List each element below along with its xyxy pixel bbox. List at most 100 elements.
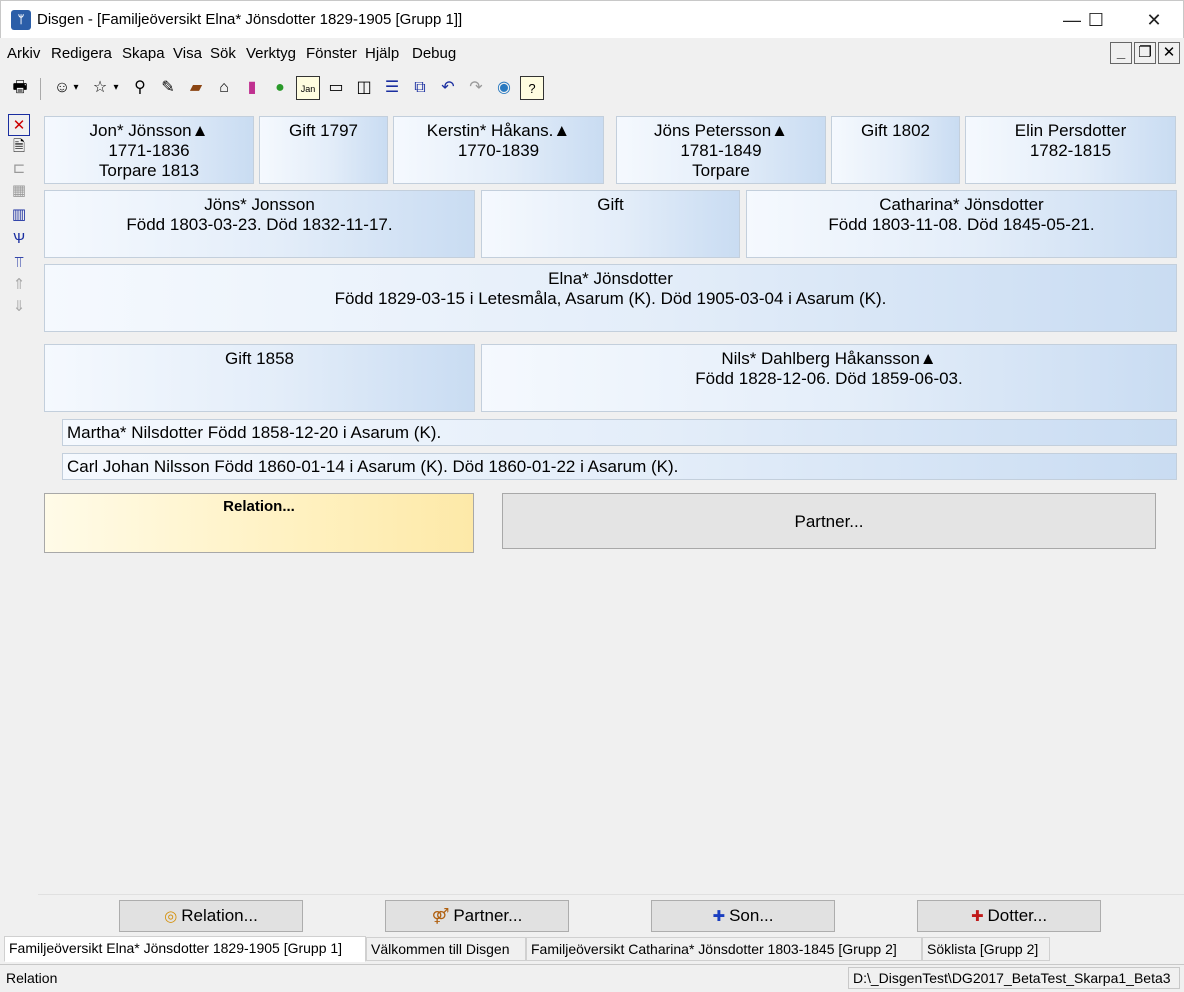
status-bar: Relation D:\_DisgenTest\DG2017_BetaTest_…: [0, 964, 1184, 992]
marriage-cell-paternal[interactable]: Gift 1797: [259, 116, 388, 184]
window-cascade-icon[interactable]: ⧉: [408, 76, 432, 100]
person-years: 1782-1815: [1029, 141, 1112, 160]
father-cell[interactable]: Jöns* Jonsson Född 1803-03-23. Död 1832-…: [44, 190, 475, 258]
person-dates: Född 1803-03-23. Död 1832-11-17.: [126, 215, 393, 234]
add-son-icon: ✚: [712, 908, 726, 925]
mdi-restore-button[interactable]: ❐: [1134, 42, 1156, 64]
maximize-button[interactable]: ☐: [1073, 1, 1119, 39]
status-path: D:\_DisgenTest\DG2017_BetaTest_Skarpa1_B…: [848, 967, 1180, 989]
person-name: Catharina* Jönsdotter: [879, 195, 1044, 214]
relation-placeholder[interactable]: Relation...: [44, 493, 474, 553]
partner-button-label: Partner...: [453, 906, 523, 925]
tab-familjeoversikt-elna[interactable]: Familjeöversikt Elna* Jönsdotter 1829-19…: [4, 936, 366, 962]
couple-icon: ⚤: [431, 908, 450, 925]
person-years: 1771-1836: [108, 141, 190, 160]
chevron-down-icon[interactable]: ▾: [70, 76, 82, 100]
tab-familjeoversikt-catharina[interactable]: Familjeöversikt Catharina* Jönsdotter 18…: [526, 937, 922, 961]
marriage-label: Gift 1802: [861, 121, 930, 140]
grandmother-paternal-cell[interactable]: Kerstin* Håkans.▲ 1770-1839: [393, 116, 604, 184]
person-name: Elin Persdotter: [1014, 121, 1127, 140]
window-split-icon[interactable]: ◫: [352, 76, 376, 100]
person-name: Jon* Jönsson▲: [89, 121, 209, 140]
app-icon[interactable]: ᛘ: [11, 10, 31, 30]
child-row[interactable]: Martha* Nilsdotter Född 1858-12-20 i Asa…: [62, 419, 1177, 446]
person-name: Kerstin* Håkans.▲: [426, 121, 571, 140]
person-dates: Född 1803-11-08. Död 1845-05-21.: [828, 215, 1095, 234]
marriage-cell-maternal[interactable]: Gift 1802: [831, 116, 960, 184]
window-title: Disgen - [Familjeöversikt Elna* Jönsdott…: [37, 11, 463, 28]
spouse-cell[interactable]: Nils* Dahlberg Håkansson▲ Född 1828-12-0…: [481, 344, 1177, 412]
menu-debug[interactable]: Debug: [412, 45, 456, 62]
calendar-icon[interactable]: Jan: [296, 76, 320, 100]
rings-icon: ◎: [164, 908, 178, 925]
relation-button[interactable]: ◎ Relation...: [119, 900, 303, 932]
grandmother-maternal-cell[interactable]: Elin Persdotter 1782-1815: [965, 116, 1176, 184]
window-single-icon[interactable]: ▭: [324, 76, 348, 100]
note-edit-icon[interactable]: ✎: [156, 76, 180, 100]
delete-icon[interactable]: ✕: [8, 114, 30, 136]
close-button[interactable]: ✕: [1131, 1, 1177, 39]
home-icon[interactable]: ⌂: [212, 76, 236, 100]
book-icon[interactable]: ▰: [184, 76, 208, 100]
partner-placeholder[interactable]: Partner...: [502, 493, 1156, 549]
person-star-icon[interactable]: ☆: [88, 76, 112, 100]
person-name: Jöns* Jonsson: [204, 195, 315, 214]
mdi-minimize-button[interactable]: _: [1110, 42, 1132, 64]
marriage-label: Gift 1797: [289, 121, 358, 140]
undo-icon[interactable]: ↶: [436, 76, 460, 100]
menu-arkiv[interactable]: Arkiv: [7, 45, 40, 62]
status-text: Relation: [6, 970, 58, 986]
print-icon[interactable]: 🖶: [8, 76, 32, 100]
son-button-label: Son...: [729, 906, 774, 925]
tree-icon[interactable]: ⊏: [8, 158, 30, 180]
down-icon[interactable]: ⇓: [8, 296, 30, 318]
grandfather-paternal-cell[interactable]: Jon* Jönsson▲ 1771-1836 Torpare 1813: [44, 116, 254, 184]
grandfather-maternal-cell[interactable]: Jöns Petersson▲ 1781-1849 Torpare: [616, 116, 826, 184]
person-name: Elna* Jönsdotter: [548, 269, 673, 288]
pedigree-icon[interactable]: Ѱ: [8, 228, 30, 250]
person-years: 1781-1849: [680, 141, 762, 160]
map-icon[interactable]: ●: [268, 76, 292, 100]
redo-icon[interactable]: ↷: [464, 76, 488, 100]
grid-icon[interactable]: ▦: [8, 180, 30, 202]
person-occupation: Torpare 1813: [98, 161, 200, 180]
mdi-close-button[interactable]: ✕: [1158, 42, 1180, 64]
books-icon[interactable]: ▮: [240, 76, 264, 100]
partner-button[interactable]: ⚤ Partner...: [385, 900, 569, 932]
window-stack-icon[interactable]: ☰: [380, 76, 404, 100]
columns-icon[interactable]: ▥: [8, 204, 30, 226]
mother-cell[interactable]: Catharina* Jönsdotter Född 1803-11-08. D…: [746, 190, 1177, 258]
son-button[interactable]: ✚ Son...: [651, 900, 835, 932]
menu-fonster[interactable]: Fönster: [306, 45, 357, 62]
child-row[interactable]: Carl Johan Nilsson Född 1860-01-14 i Asa…: [62, 453, 1177, 480]
marriage-cell[interactable]: Gift 1858: [44, 344, 475, 412]
menu-bar: Arkiv Redigera Skapa Visa Sök Verktyg Fö…: [0, 38, 1184, 70]
daughter-button[interactable]: ✚ Dotter...: [917, 900, 1101, 932]
person-dates: Född 1829-03-15 i Letesmåla, Asarum (K).…: [334, 289, 887, 308]
tab-valkommen[interactable]: Välkommen till Disgen: [366, 937, 526, 961]
relation-button-label: Relation...: [181, 906, 258, 925]
person-years: 1770-1839: [457, 141, 540, 160]
chevron-down-icon[interactable]: ▾: [110, 76, 122, 100]
tab-soklista[interactable]: Söklista [Grupp 2]: [922, 937, 1050, 961]
parents-marriage-cell[interactable]: Gift: [481, 190, 740, 258]
marriage-label: Gift: [597, 195, 624, 214]
menu-sok[interactable]: Sök: [210, 45, 236, 62]
menu-skapa[interactable]: Skapa: [122, 45, 165, 62]
menu-verktyg[interactable]: Verktyg: [246, 45, 296, 62]
daughter-button-label: Dotter...: [987, 906, 1048, 925]
menu-visa[interactable]: Visa: [173, 45, 202, 62]
person-name: Nils* Dahlberg Håkansson▲: [721, 349, 937, 368]
toolbar-separator: [40, 78, 41, 100]
globe-icon[interactable]: ◉: [492, 76, 516, 100]
menu-redigera[interactable]: Redigera: [51, 45, 112, 62]
main-person-cell[interactable]: Elna* Jönsdotter Född 1829-03-15 i Letes…: [44, 264, 1177, 332]
binoculars-icon[interactable]: ⚲: [128, 76, 152, 100]
help-icon[interactable]: ?: [520, 76, 544, 100]
up-icon[interactable]: ⇑: [8, 274, 30, 296]
descendants-icon[interactable]: ⫪: [8, 252, 30, 274]
menu-hjalp[interactable]: Hjälp: [365, 45, 399, 62]
person-occupation: Torpare: [692, 161, 750, 180]
document-icon[interactable]: 🗎: [8, 136, 30, 158]
person-dates: Född 1828-12-06. Död 1859-06-03.: [695, 369, 963, 388]
